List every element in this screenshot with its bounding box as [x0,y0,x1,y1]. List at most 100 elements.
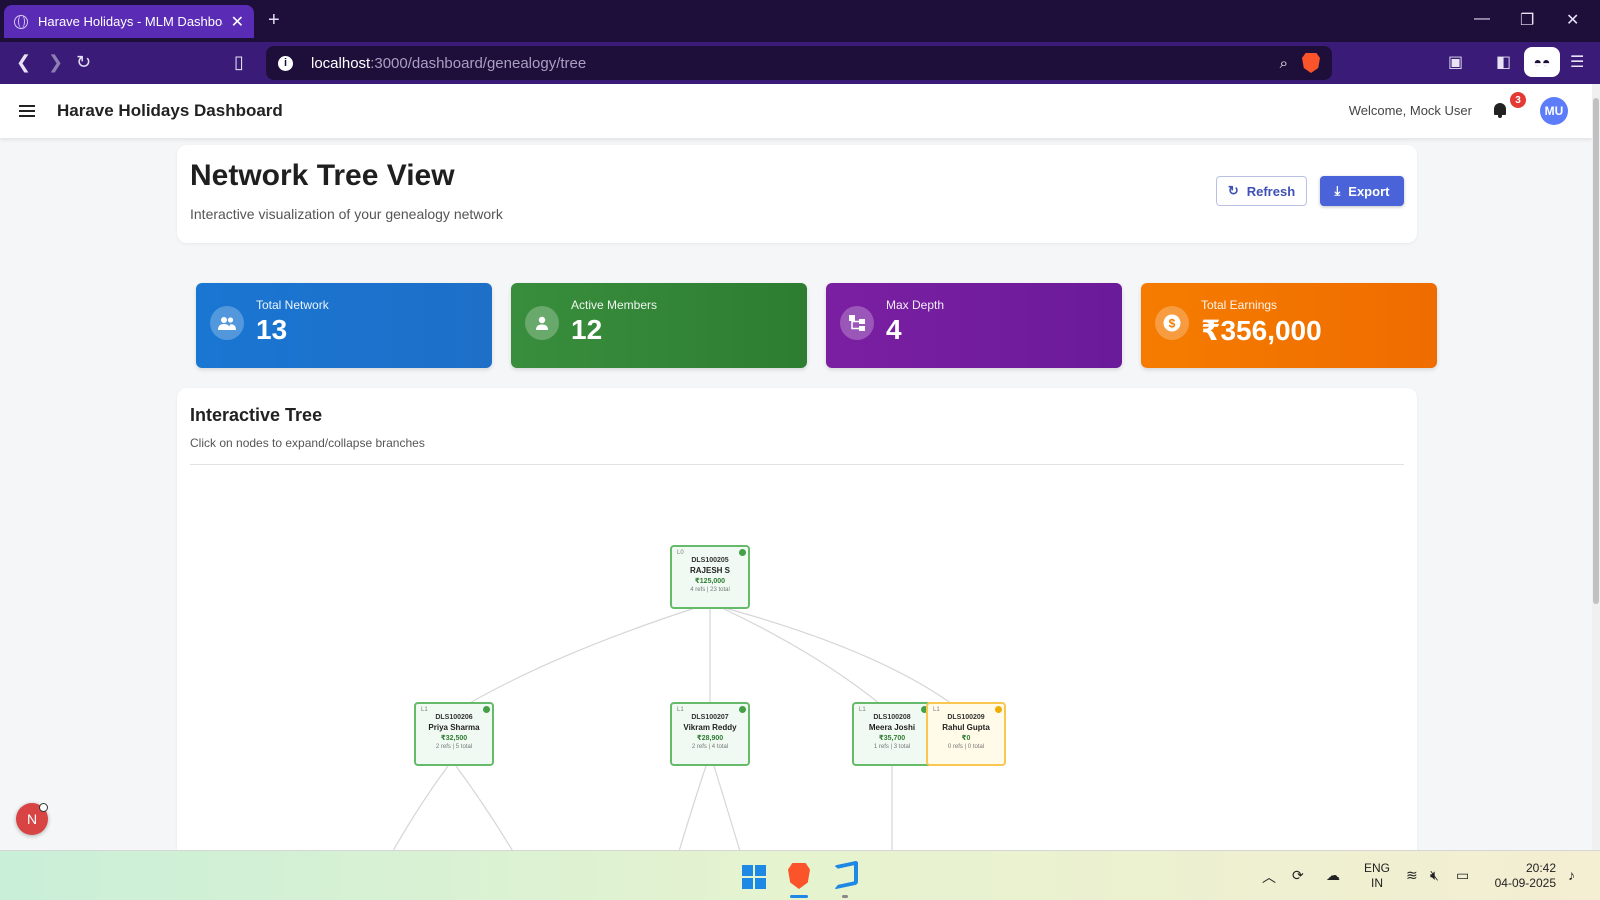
notification-center-icon[interactable]: ♪ [1568,867,1575,883]
node-refs: 4 refs | 23 total [690,587,730,593]
browser-menu-icon[interactable]: ☰ [1570,52,1584,72]
stat-label: Max Depth [886,298,945,312]
stat-label: Total Earnings [1201,298,1278,312]
status-dot [483,706,490,713]
node-refs: 0 refs | 0 total [947,744,985,750]
next-devtools-button[interactable]: N [16,803,48,835]
node-id: DLS100207 [691,714,729,721]
restore-icon[interactable]: ❐ [1520,10,1534,30]
user-avatar[interactable]: MU [1540,97,1568,125]
page-title: Network Tree View [190,159,455,192]
node-refs: 2 refs | 5 total [435,744,473,750]
minimize-icon[interactable]: — [1474,10,1490,28]
node-level: L1 [677,707,684,713]
notification-bell-icon[interactable] [1492,101,1508,119]
sidebar-toggle-icon[interactable]: ◧ [1496,52,1511,72]
menu-icon[interactable] [19,105,35,117]
vscode-taskbar-icon[interactable] [834,860,858,890]
node-name: Rahul Gupta [942,723,990,732]
window-close-icon[interactable]: ✕ [1566,10,1579,30]
node-earnings: ₹0 [961,735,971,742]
volume-muted-icon[interactable]: 🔇︎ [1430,867,1439,884]
page-header-card: Network Tree View Interactive visualizat… [177,145,1417,243]
forward-icon[interactable]: ❯ [48,52,63,73]
browser-tabstrip: Harave Holidays - MLM Dashboard ✕ + — ❐ … [0,0,1600,42]
dollar-icon: $ [1155,306,1189,340]
address-bar[interactable]: i localhost:3000/dashboard/genealogy/tre… [266,46,1332,80]
status-dot [739,549,746,556]
hierarchy-icon [840,306,874,340]
notification-badge: 3 [1510,92,1526,108]
node-id: DLS100205 [691,557,729,564]
svg-text:$: $ [1169,317,1176,331]
node-name: Meera Joshi [868,723,916,732]
page-scrollbar[interactable] [1592,84,1600,850]
stat-value: 4 [886,314,902,345]
welcome-text: Welcome, Mock User [1348,103,1472,118]
node-id: DLS100208 [873,714,911,721]
node-refs: 1 refs | 3 total [873,744,911,750]
browser-toolbar: ❮ ❯ ↻ ▯ i localhost:3000/dashboard/genea… [0,42,1600,84]
zoom-icon[interactable]: ⌕ [1280,55,1288,72]
node-level: L1 [933,707,940,713]
node-level: L1 [421,707,428,713]
system-clock[interactable]: 20:42 04-09-2025 [1490,861,1556,891]
active-app-indicator [790,895,808,898]
brave-taskbar-icon[interactable] [788,863,810,889]
url-path: :3000/dashboard/genealogy/tree [370,54,587,72]
stat-card-total-network: Total Network 13 [196,283,492,368]
screenshot-icon[interactable]: ▣ [1448,52,1463,72]
node-name: RAJESH S [689,566,730,575]
tree-node[interactable]: L1 DLS100208 Meera Joshi ₹35,700 1 refs … [852,702,932,766]
status-dot [739,706,746,713]
tab-close-icon[interactable]: ✕ [231,12,244,32]
stat-card-total-earnings: $ Total Earnings ₹356,000 [1141,283,1437,368]
download-icon: ⤓ [1334,183,1341,198]
bookmark-icon[interactable]: ▯ [234,52,244,73]
browser-tab[interactable]: Harave Holidays - MLM Dashboard ✕ [4,5,254,38]
sync-icon[interactable]: ⟳ [1292,867,1304,884]
node-earnings: ₹125,000 [694,578,726,585]
reload-icon[interactable]: ↻ [76,52,91,73]
connector-line [455,765,518,858]
connector-line [676,765,707,858]
node-name: Priya Sharma [428,723,480,732]
stat-label: Active Members [571,298,658,312]
export-button[interactable]: ⤓ Export [1320,176,1404,206]
tree-node[interactable]: L1 DLS100206 Priya Sharma ₹32,500 2 refs… [414,702,494,766]
cloud-offline-icon[interactable]: ☁ [1326,867,1340,884]
stat-card-max-depth: Max Depth 4 [826,283,1122,368]
windows-start-icon[interactable] [742,865,766,889]
brave-shields-icon[interactable] [1302,53,1320,73]
back-icon[interactable]: ❮ [16,52,31,73]
clock-time: 20:42 [1525,861,1556,875]
language-indicator[interactable]: ENG IN [1364,861,1390,891]
url-host: localhost [311,54,371,72]
tree-node-pending[interactable]: L1 DLS100209 Rahul Gupta ₹0 0 refs | 0 t… [926,702,1006,766]
open-app-indicator [842,895,848,898]
site-info-icon[interactable]: i [278,55,293,71]
stat-value: 12 [571,314,603,345]
battery-icon[interactable]: ▭ [1456,867,1469,884]
leo-ai-icon[interactable]: ◓◓ [1524,47,1560,77]
stat-value: 13 [256,314,288,345]
tray-chevron-icon[interactable]: ︿ [1262,867,1276,887]
fab-indicator [39,803,48,812]
person-icon [525,306,559,340]
wifi-icon[interactable]: ≋ [1406,867,1418,884]
tab-title: Harave Holidays - MLM Dashboard [38,14,223,29]
tree-node-root[interactable]: L0 DLS100205 RAJESH S ₹125,000 4 refs | … [670,545,750,609]
node-id: DLS100206 [435,714,473,721]
new-tab-button[interactable]: + [268,9,280,32]
lang-top: ENG [1364,861,1391,875]
stat-card-active-members: Active Members 12 [511,283,807,368]
status-dot [995,706,1002,713]
tree-node[interactable]: L1 DLS100207 Vikram Reddy ₹28,900 2 refs… [670,702,750,766]
connector-line [713,765,743,858]
connector-line [467,607,696,705]
globe-icon [14,14,28,29]
page-subtitle: Interactive visualization of your geneal… [190,206,503,222]
refresh-button[interactable]: ↻ Refresh [1216,176,1307,206]
connector-line [721,607,881,705]
scrollbar-thumb[interactable] [1593,98,1599,604]
